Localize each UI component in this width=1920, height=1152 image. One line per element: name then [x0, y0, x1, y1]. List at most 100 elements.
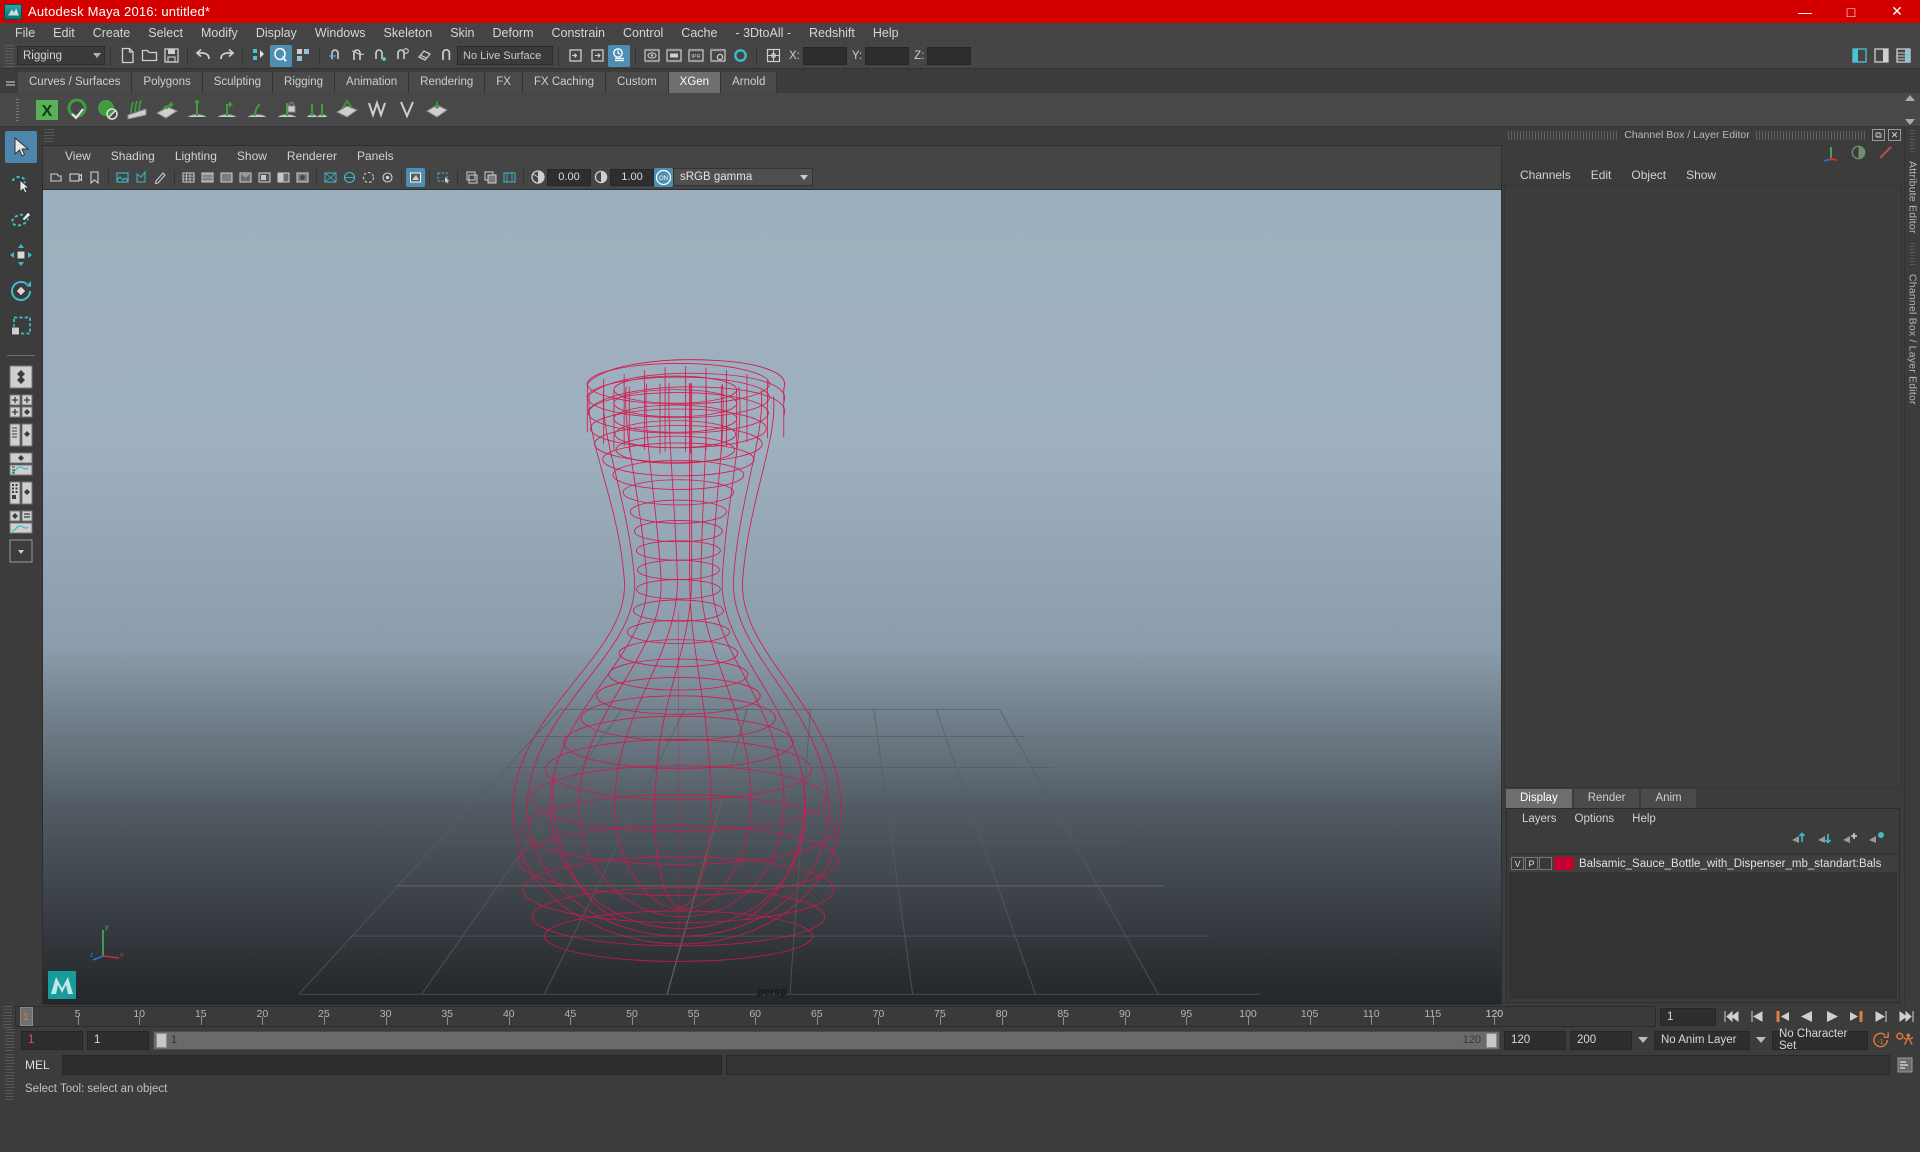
gamma-field[interactable]: 1.00 — [610, 168, 654, 186]
snap-to-view-plane-icon[interactable] — [413, 45, 435, 67]
shelf-tab-handle[interactable] — [2, 71, 18, 93]
shelf-handle[interactable] — [2, 95, 32, 125]
film-gate-icon[interactable] — [481, 168, 500, 187]
layer-tab-display[interactable]: Display — [1506, 789, 1572, 808]
step-forward-key-button[interactable] — [1847, 1007, 1866, 1026]
menu-item-deform[interactable]: Deform — [484, 23, 543, 43]
gamma-icon[interactable] — [591, 168, 610, 187]
shadows-icon[interactable] — [255, 168, 274, 187]
color-management-toggle[interactable]: ON — [654, 167, 673, 187]
xgen-sculpt-guide-icon[interactable] — [332, 95, 362, 125]
shelf-tab-curves-surfaces[interactable]: Curves / Surfaces — [18, 72, 133, 93]
xgen-move-guide-icon[interactable] — [242, 95, 272, 125]
viewport-menu-view[interactable]: View — [55, 149, 101, 163]
side-tab-handle[interactable] — [1910, 130, 1915, 152]
move-tool-button[interactable] — [5, 239, 37, 271]
menu-item-constrain[interactable]: Constrain — [543, 23, 615, 43]
layout-menu-button[interactable] — [6, 538, 36, 564]
status-line-grip[interactable] — [5, 44, 14, 67]
input-connections-icon[interactable] — [564, 45, 586, 67]
ipr-render-icon[interactable]: IPR — [685, 45, 707, 67]
viewport-menu-panels[interactable]: Panels — [347, 149, 404, 163]
character-set-dropdown-arrow[interactable] — [1754, 1031, 1768, 1050]
layer-row[interactable]: V P Balsamic_Sauce_Bottle_with_Dispenser_m… — [1509, 855, 1897, 872]
layer-color-swatch[interactable] — [1554, 857, 1574, 870]
step-back-key-button[interactable] — [1772, 1007, 1791, 1026]
viewport-menu-shading[interactable]: Shading — [101, 149, 165, 163]
range-slider-grip[interactable] — [5, 1029, 14, 1051]
anim-layer-dropdown-arrow[interactable] — [1636, 1031, 1650, 1050]
viewport-menu-lighting[interactable]: Lighting — [165, 149, 227, 163]
current-frame-field[interactable]: 1 — [1660, 1007, 1716, 1026]
shelf-tab-polygons[interactable]: Polygons — [132, 72, 203, 93]
show-hide-channel-box-icon[interactable] — [1892, 45, 1914, 67]
open-scene-icon[interactable] — [138, 45, 160, 67]
color-profile-selector[interactable]: sRGB gamma — [673, 168, 813, 186]
script-editor-icon[interactable] — [1894, 1054, 1916, 1076]
xgen-groom-brush-icon[interactable] — [122, 95, 152, 125]
create-empty-layer-icon[interactable] — [1842, 831, 1859, 849]
show-hide-attribute-editor-icon[interactable] — [1870, 45, 1892, 67]
select-by-hierarchy-icon[interactable] — [248, 45, 270, 67]
menu-item-create[interactable]: Create — [84, 23, 140, 43]
use-all-lights-icon[interactable] — [236, 168, 255, 187]
lasso-select-tool-button[interactable] — [5, 167, 37, 199]
menu-item-modify[interactable]: Modify — [192, 23, 247, 43]
save-scene-icon[interactable] — [160, 45, 182, 67]
layout-hypershade-persp-button[interactable] — [6, 480, 36, 506]
layout-outliner-persp-button[interactable] — [6, 422, 36, 448]
shelf-tab-custom[interactable]: Custom — [606, 72, 669, 93]
channel-box-menu-channels[interactable]: Channels — [1510, 168, 1581, 182]
xgen-mirror-guides-icon[interactable] — [302, 95, 332, 125]
channel-box-menu-object[interactable]: Object — [1621, 168, 1676, 182]
layer-menu-help[interactable]: Help — [1623, 813, 1665, 825]
construction-history-icon[interactable] — [608, 44, 630, 67]
step-forward-frame-button[interactable] — [1872, 1007, 1891, 1026]
menu-item-display[interactable]: Display — [247, 23, 306, 43]
coord-x-field[interactable] — [802, 46, 847, 65]
menu-set-selector[interactable]: Rigging — [17, 46, 105, 65]
xgen-lock-guide-icon[interactable] — [272, 95, 302, 125]
camera-attributes-icon[interactable] — [66, 168, 85, 187]
snap-to-curve-icon[interactable] — [347, 45, 369, 67]
select-tool-button[interactable] — [5, 131, 37, 163]
channel-box-content[interactable] — [1504, 185, 1902, 788]
viewport-panel-handle[interactable] — [42, 127, 1502, 145]
shelf-tab-fx[interactable]: FX — [485, 72, 523, 93]
texture-display-icon[interactable] — [321, 168, 340, 187]
close-button[interactable]: ✕ — [1874, 0, 1920, 23]
close-panel-button[interactable]: ✕ — [1888, 129, 1901, 141]
minimize-button[interactable]: — — [1782, 0, 1828, 23]
new-scene-icon[interactable] — [116, 45, 138, 67]
move-layer-down-icon[interactable] — [1816, 831, 1833, 849]
channel-box-menu-show[interactable]: Show — [1676, 168, 1726, 182]
xgen-add-guide-icon[interactable] — [212, 95, 242, 125]
isolate-select-toggle-icon[interactable] — [434, 168, 453, 187]
layer-shading-toggle[interactable] — [1539, 857, 1552, 870]
xgen-convert-primitives-icon[interactable] — [362, 95, 392, 125]
two-sided-lighting-icon[interactable] — [274, 168, 293, 187]
panel-drag-handle-left[interactable] — [1508, 130, 1619, 140]
range-end-time-field[interactable]: 120 — [1504, 1030, 1566, 1050]
exposure-icon[interactable] — [528, 168, 547, 187]
playback-range-bar[interactable]: 1 120 — [153, 1030, 1500, 1050]
side-tab-attribute-editor[interactable]: Attribute Editor — [1907, 155, 1919, 240]
menu-item-redshift[interactable]: Redshift — [800, 23, 864, 43]
live-surface-field[interactable]: No Live Surface — [457, 46, 553, 65]
shelf-tab-xgen[interactable]: XGen — [668, 72, 722, 93]
grease-pencil-icon[interactable] — [151, 168, 170, 187]
time-slider-grip[interactable] — [3, 1005, 12, 1028]
xray-mode-icon[interactable] — [359, 168, 378, 187]
render-current-frame-icon[interactable] — [641, 45, 663, 67]
channel-box-menu-edit[interactable]: Edit — [1581, 168, 1622, 182]
shading-sphere-icon[interactable] — [1850, 144, 1867, 164]
menu-item-3dtoall[interactable]: - 3DtoAll - — [726, 23, 800, 43]
animation-preferences-button[interactable] — [1895, 1031, 1914, 1050]
deformer-icon[interactable] — [1877, 144, 1894, 164]
shelf-tab-arnold[interactable]: Arnold — [721, 72, 778, 93]
viewport-menu-show[interactable]: Show — [227, 149, 277, 163]
smooth-shade-selected-icon[interactable] — [217, 168, 236, 187]
layer-tab-render[interactable]: Render — [1573, 789, 1640, 808]
layer-tab-anim[interactable]: Anim — [1641, 789, 1696, 808]
select-camera-icon[interactable] — [47, 168, 66, 187]
